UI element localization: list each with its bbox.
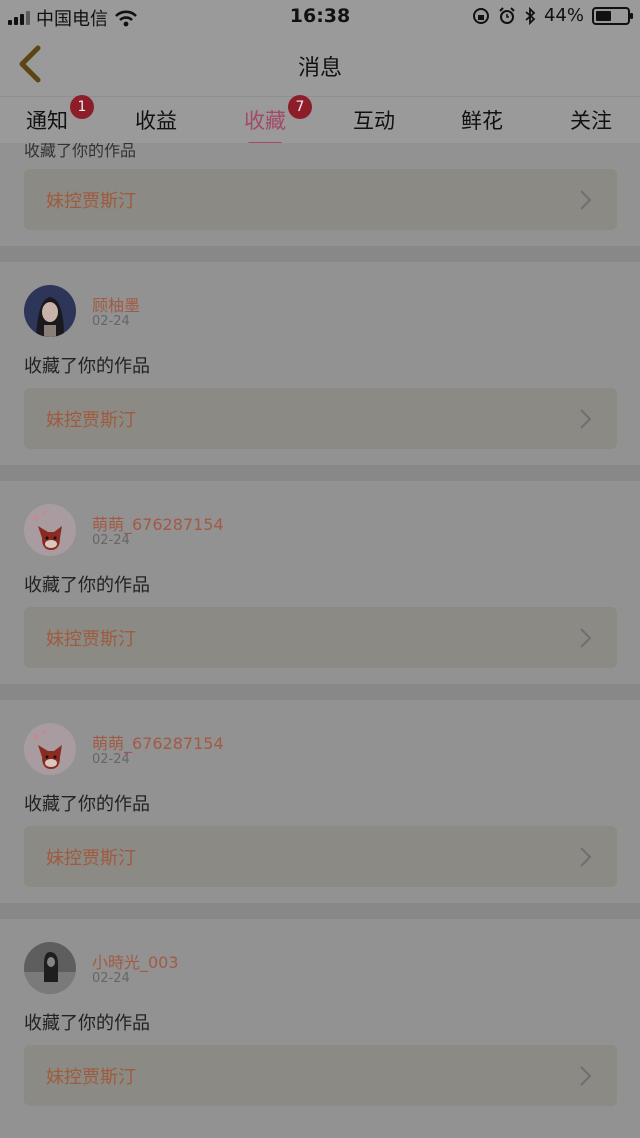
- alarm-icon: [499, 6, 515, 24]
- tab-flowers[interactable]: 鲜花: [461, 105, 503, 141]
- red-fox-avatar-icon: [24, 504, 76, 556]
- work-title: 妹控贾斯汀: [46, 191, 136, 212]
- rotation-lock-icon: [472, 7, 489, 24]
- work-title: 妹控贾斯汀: [46, 629, 136, 650]
- avatar[interactable]: [24, 942, 76, 994]
- tab-bar: 通知 1 收益 收藏 7 互动 鲜花 关注: [0, 95, 640, 145]
- action-text: 收藏了你的作品: [24, 143, 137, 160]
- page-title: 消息: [297, 56, 342, 81]
- work-link[interactable]: 妹控贾斯汀: [24, 388, 617, 449]
- divider: [0, 684, 640, 700]
- chevron-right-icon: [580, 190, 592, 210]
- red-fox-avatar-icon: [24, 723, 76, 775]
- avatar[interactable]: [24, 285, 76, 337]
- work-title: 妹控贾斯汀: [46, 410, 136, 431]
- list-item: 萌萌_676287154 02-24 收藏了你的作品 妹控贾斯汀: [0, 481, 640, 684]
- action-text: 收藏了你的作品: [24, 356, 150, 377]
- tab-label: 收益: [135, 109, 177, 133]
- work-link[interactable]: 妹控贾斯汀: [24, 1045, 617, 1106]
- list-item: 小時光_003 02-24 收藏了你的作品 妹控贾斯汀: [0, 919, 640, 1138]
- avatar[interactable]: [24, 504, 76, 556]
- timestamp: 02-24: [92, 533, 130, 548]
- list-item: 萌萌_676287154 02-24 收藏了你的作品 妹控贾斯汀: [0, 700, 640, 903]
- action-text: 收藏了你的作品: [24, 575, 150, 596]
- action-text: 收藏了你的作品: [24, 794, 150, 815]
- chevron-right-icon: [580, 628, 592, 648]
- work-link[interactable]: 妹控贾斯汀: [24, 826, 617, 887]
- list-item: 顾柚墨 02-24 收藏了你的作品 妹控贾斯汀: [0, 262, 640, 465]
- username[interactable]: 小時光_003: [92, 949, 179, 973]
- username[interactable]: 顾柚墨: [92, 292, 140, 316]
- status-bar: 中国电信 16:38 44%: [0, 0, 640, 32]
- tab-label: 收藏: [244, 109, 286, 133]
- work-link[interactable]: 妹控贾斯汀: [24, 169, 617, 230]
- chevron-right-icon: [580, 847, 592, 867]
- tab-label: 鲜花: [461, 109, 503, 133]
- girl-portrait-avatar-icon: [24, 285, 76, 337]
- dark-photo-avatar-icon: [24, 942, 76, 994]
- work-title: 妹控贾斯汀: [46, 848, 136, 869]
- divider: [0, 465, 640, 481]
- unread-badge: 7: [288, 95, 312, 119]
- avatar[interactable]: [24, 723, 76, 775]
- work-title: 妹控贾斯汀: [46, 1067, 136, 1088]
- username[interactable]: 萌萌_676287154: [92, 730, 224, 754]
- status-right: 44%: [472, 5, 633, 26]
- tab-follow[interactable]: 关注: [570, 105, 612, 141]
- tab-interaction[interactable]: 互动: [353, 105, 395, 141]
- list-item: 收藏了你的作品 妹控贾斯汀: [0, 143, 640, 246]
- divider: [0, 246, 640, 262]
- tab-favorites[interactable]: 收藏 7: [244, 95, 312, 145]
- tab-label: 关注: [570, 109, 612, 133]
- message-feed[interactable]: 收藏了你的作品 妹控贾斯汀 顾柚墨 02-24 收藏了你的作品 妹控贾斯汀 萌萌…: [0, 143, 640, 1138]
- action-text: 收藏了你的作品: [24, 1013, 150, 1034]
- divider: [0, 903, 640, 919]
- timestamp: 02-24: [92, 314, 130, 329]
- work-link[interactable]: 妹控贾斯汀: [24, 607, 617, 668]
- tab-earnings[interactable]: 收益: [135, 105, 177, 141]
- battery-icon: [592, 6, 633, 25]
- chevron-right-icon: [580, 1066, 592, 1086]
- nav-bar: 消息: [0, 32, 640, 96]
- tab-notify[interactable]: 通知 1: [26, 95, 94, 141]
- username[interactable]: 萌萌_676287154: [92, 511, 224, 535]
- battery-percent: 44%: [543, 5, 584, 26]
- tab-label: 通知: [26, 109, 68, 133]
- bluetooth-icon: [525, 6, 536, 25]
- chevron-right-icon: [580, 409, 592, 429]
- timestamp: 02-24: [92, 752, 130, 767]
- unread-badge: 1: [70, 95, 94, 119]
- tab-label: 互动: [353, 109, 395, 133]
- timestamp: 02-24: [92, 971, 130, 986]
